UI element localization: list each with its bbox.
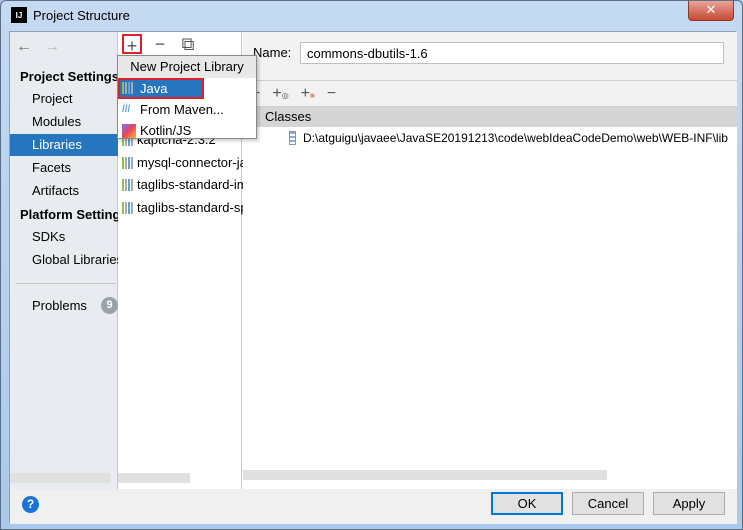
name-label: Name:	[253, 45, 292, 60]
window-title: Project Structure	[33, 7, 130, 23]
problems-count-badge: 9	[101, 297, 118, 314]
sidebar-item-modules[interactable]: Modules	[10, 111, 118, 133]
forward-arrow-icon[interactable]: →	[44, 38, 60, 56]
classes-node[interactable]: ⟋Classes	[243, 107, 737, 127]
remove-icon[interactable]: −	[327, 85, 336, 103]
library-name-input[interactable]	[300, 42, 724, 64]
add-library-button[interactable]: +	[122, 34, 142, 56]
sidebar-item-global-libraries[interactable]: Global Libraries	[10, 249, 123, 271]
library-icon	[122, 179, 133, 191]
intellij-icon: IJ	[11, 7, 27, 23]
sidebar: ← → Project Settings Project Modules Libr…	[10, 32, 128, 489]
library-item[interactable]: taglibs-standard-impl	[122, 174, 258, 196]
apply-button[interactable]: Apply	[653, 492, 725, 515]
java-label: Java	[140, 81, 168, 96]
ok-button[interactable]: OK	[491, 492, 563, 515]
library-roots-tree: ⟋Classes D:\atguigu\javaee\JavaSE2019121…	[243, 106, 737, 489]
kotlin-js-label: Kotlin/JS	[140, 123, 192, 138]
popup-item-kotlin-js[interactable]: Kotlin/JS	[118, 120, 256, 141]
platform-settings-heading: Platform Settings	[20, 207, 128, 222]
help-button[interactable]: ?	[22, 496, 39, 513]
maven-icon: ///	[122, 104, 131, 115]
library-icon	[122, 201, 133, 214]
remove-library-button[interactable]: −	[150, 34, 170, 54]
library-item[interactable]: taglibs-standard-spec	[122, 197, 261, 219]
problems-label: Problems	[32, 298, 87, 313]
library-item[interactable]: mysql-connector-java	[122, 152, 261, 174]
sidebar-item-sdks[interactable]: SDKs	[10, 226, 118, 248]
sidebar-item-problems[interactable]: Problems 9	[10, 295, 118, 317]
sidebar-item-facets[interactable]: Facets	[10, 157, 118, 179]
library-detail-panel: Name: + +◎ +■ − ⟋Classes D:\atguigu\java…	[243, 32, 737, 489]
sidebar-item-artifacts[interactable]: Artifacts	[10, 180, 118, 202]
dialog-button-bar: ? OK Cancel Apply	[10, 489, 737, 524]
library-name: taglibs-standard-impl	[137, 177, 258, 192]
library-list-scrollbar[interactable]	[118, 473, 190, 483]
back-arrow-icon[interactable]: ←	[16, 38, 32, 56]
title-bar: IJ Project Structure	[11, 7, 130, 23]
kotlin-js-icon	[122, 124, 136, 138]
popup-header: New Project Library	[118, 56, 256, 78]
cancel-button[interactable]: Cancel	[572, 492, 644, 515]
divider	[16, 283, 116, 284]
project-structure-window: IJ Project Structure ✕ ← → Project Settin…	[0, 0, 743, 530]
sidebar-item-libraries[interactable]: Libraries	[10, 134, 118, 156]
sidebar-scrollbar[interactable]	[10, 473, 110, 483]
add-url-icon[interactable]: +◎	[272, 85, 288, 103]
popup-item-java[interactable]: Java	[118, 78, 204, 99]
detail-scrollbar[interactable]	[243, 470, 607, 480]
project-settings-heading: Project Settings	[20, 69, 119, 84]
sidebar-item-project[interactable]: Project	[10, 88, 118, 110]
class-path-text: D:\atguigu\javaee\JavaSE20191213\code\we…	[303, 131, 728, 145]
add-folder-icon[interactable]: +■	[301, 85, 315, 103]
maven-label: From Maven...	[140, 102, 224, 117]
jar-directory-icon	[289, 131, 296, 145]
library-icon	[122, 156, 133, 169]
library-name: mysql-connector-java	[137, 154, 261, 170]
copy-library-button[interactable]: ⧉	[178, 34, 198, 54]
library-icon	[122, 82, 133, 94]
new-library-popup: New Project Library Java /// From Maven..…	[117, 55, 257, 139]
close-button[interactable]: ✕	[688, 1, 734, 21]
classes-label: Classes	[265, 109, 312, 124]
class-path-item[interactable]: D:\atguigu\javaee\JavaSE20191213\code\we…	[243, 127, 737, 149]
popup-item-from-maven[interactable]: /// From Maven...	[118, 99, 256, 120]
